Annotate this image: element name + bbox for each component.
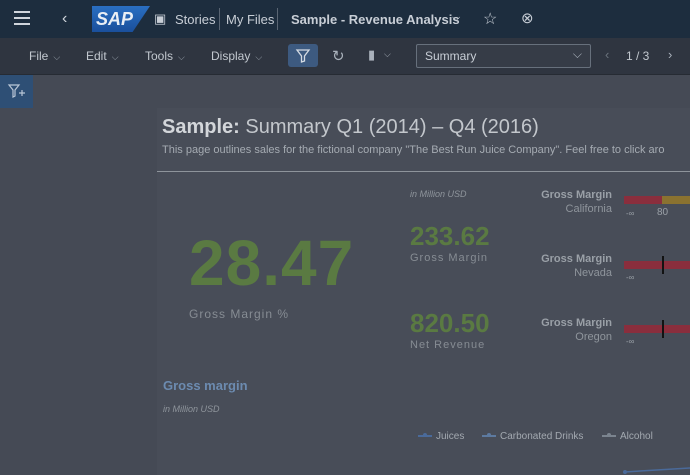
page-select[interactable]: Summary ⌵ xyxy=(416,44,591,68)
line-chart-fragment xyxy=(623,467,690,474)
kpi-net-revenue-label: Net Revenue xyxy=(410,339,486,351)
legend-item-alcohol[interactable]: Alcohol xyxy=(602,431,653,442)
chevron-down-icon: ⌵ xyxy=(572,47,582,61)
bullet-title: Gross Margin xyxy=(541,189,612,201)
shell-bar: ‹ SAP ▣ Stories My Files Sample - Revenu… xyxy=(0,0,690,38)
bullet-title: Gross Margin xyxy=(541,317,612,329)
scale-label: 80 xyxy=(657,207,669,218)
section-unit: in Million USD xyxy=(163,404,220,414)
chevron-down-icon: ⌵ xyxy=(111,52,119,62)
chevron-down-icon: ⌵ xyxy=(178,52,185,62)
chevron-down-icon[interactable]: ⌵ xyxy=(452,12,460,25)
refresh-icon[interactable]: ↻ xyxy=(332,47,345,65)
menu-icon[interactable] xyxy=(14,11,30,25)
bullet-region: Oregon xyxy=(575,331,612,343)
menu-display[interactable]: Display ⌵ xyxy=(211,49,262,63)
next-page-icon[interactable]: › xyxy=(668,47,672,62)
kpi-gross-margin-percent[interactable]: 28.47 xyxy=(189,226,354,300)
kpi-gross-margin[interactable]: 233.62 xyxy=(410,221,490,252)
scale-min: -∞ xyxy=(626,273,635,282)
menu-tools[interactable]: Tools ⌵ xyxy=(145,49,185,63)
chevron-down-icon: ⌵ xyxy=(53,52,61,62)
legend-item-juices[interactable]: Juices xyxy=(418,431,464,442)
filter-icon xyxy=(295,49,311,63)
bullet-bar-oregon[interactable] xyxy=(624,325,690,333)
close-circle-icon[interactable]: ⊗ xyxy=(521,9,534,27)
menu-edit[interactable]: Edit ⌵ xyxy=(86,49,119,63)
breadcrumb-my-files[interactable]: My Files xyxy=(226,12,274,27)
menu-file[interactable]: File ⌵ xyxy=(29,49,60,63)
chevron-down-icon[interactable]: ⌵ xyxy=(384,49,391,60)
scale-min: -∞ xyxy=(626,337,635,346)
kpi-gross-margin-percent-label: Gross Margin % xyxy=(189,307,290,321)
kpi-net-revenue[interactable]: 820.50 xyxy=(410,308,490,339)
bullet-target xyxy=(662,256,664,274)
bullet-region: Nevada xyxy=(574,267,612,279)
add-filter-icon xyxy=(7,84,25,98)
bookmark-icon[interactable]: ▮ xyxy=(368,47,375,63)
unit-label: in Million USD xyxy=(410,189,467,199)
page-number: 1 / 3 xyxy=(626,49,650,63)
divider xyxy=(219,8,220,30)
scale-min: -∞ xyxy=(626,209,635,218)
prev-page-icon[interactable]: ‹ xyxy=(605,47,609,62)
story-toolbar: File ⌵ Edit ⌵ Tools ⌵ Display ⌵ ↻ ▮ ⌵ Summar… xyxy=(0,38,690,75)
bullet-bar-california[interactable] xyxy=(624,196,690,204)
breadcrumb-stories[interactable]: Stories xyxy=(175,12,215,27)
bullet-bar-nevada[interactable] xyxy=(624,261,690,269)
back-icon[interactable]: ‹ xyxy=(62,10,67,28)
chevron-down-icon: ⌵ xyxy=(255,52,263,62)
divider xyxy=(157,171,690,172)
kpi-gross-margin-label: Gross Margin xyxy=(410,252,489,264)
bullet-region: California xyxy=(565,203,612,215)
bullet-target xyxy=(662,320,664,338)
story-title[interactable]: Sample - Revenue Analysis xyxy=(291,12,460,27)
page-subtitle: This page outlines sales for the fiction… xyxy=(162,144,665,156)
page-select-value: Summary xyxy=(425,49,477,63)
filter-button[interactable] xyxy=(288,44,318,67)
star-icon[interactable]: ☆ xyxy=(483,9,497,29)
stories-icon: ▣ xyxy=(154,11,167,26)
legend-item-carbonated-drinks[interactable]: Carbonated Drinks xyxy=(482,431,583,442)
page-title: Sample: Summary Q1 (2014) – Q4 (2016) xyxy=(162,116,539,138)
add-filter-button[interactable] xyxy=(0,75,33,108)
sap-logo: SAP xyxy=(92,6,150,32)
bullet-title: Gross Margin xyxy=(541,253,612,265)
section-title: Gross margin xyxy=(163,378,248,393)
divider xyxy=(277,8,278,30)
